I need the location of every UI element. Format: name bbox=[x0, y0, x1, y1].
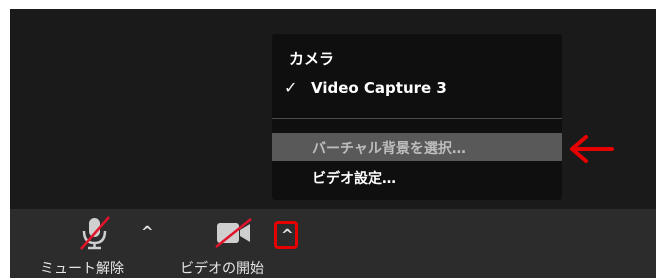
unmute-label: ミュート解除 bbox=[40, 261, 124, 277]
meeting-window: カメラ ✓ Video Capture 3 バーチャル背景を選択… ビデオ設定…… bbox=[10, 9, 656, 278]
muted-microphone-icon[interactable] bbox=[78, 215, 112, 251]
video-settings-item[interactable]: ビデオ設定… bbox=[312, 168, 396, 188]
camera-menu: カメラ ✓ Video Capture 3 バーチャル背景を選択… ビデオ設定… bbox=[272, 34, 562, 200]
meeting-toolbar: ^ ^ ミュート解除 ビデオの開始 bbox=[10, 209, 656, 278]
red-arrow-annotation bbox=[570, 135, 614, 163]
camera-option-video-capture-3[interactable]: Video Capture 3 bbox=[311, 79, 447, 97]
audio-options-caret[interactable]: ^ bbox=[141, 223, 154, 241]
choose-virtual-background-label: バーチャル背景を選択… bbox=[312, 141, 466, 157]
camera-menu-header: カメラ bbox=[289, 50, 335, 68]
video-options-caret: ^ bbox=[281, 226, 294, 244]
menu-divider bbox=[272, 118, 562, 119]
video-off-camera-icon[interactable] bbox=[214, 218, 254, 248]
choose-virtual-background-item[interactable]: バーチャル背景を選択… bbox=[272, 133, 562, 161]
checkmark-icon: ✓ bbox=[284, 78, 298, 97]
video-options-caret-button[interactable]: ^ bbox=[274, 221, 298, 249]
start-video-label: ビデオの開始 bbox=[180, 261, 264, 277]
